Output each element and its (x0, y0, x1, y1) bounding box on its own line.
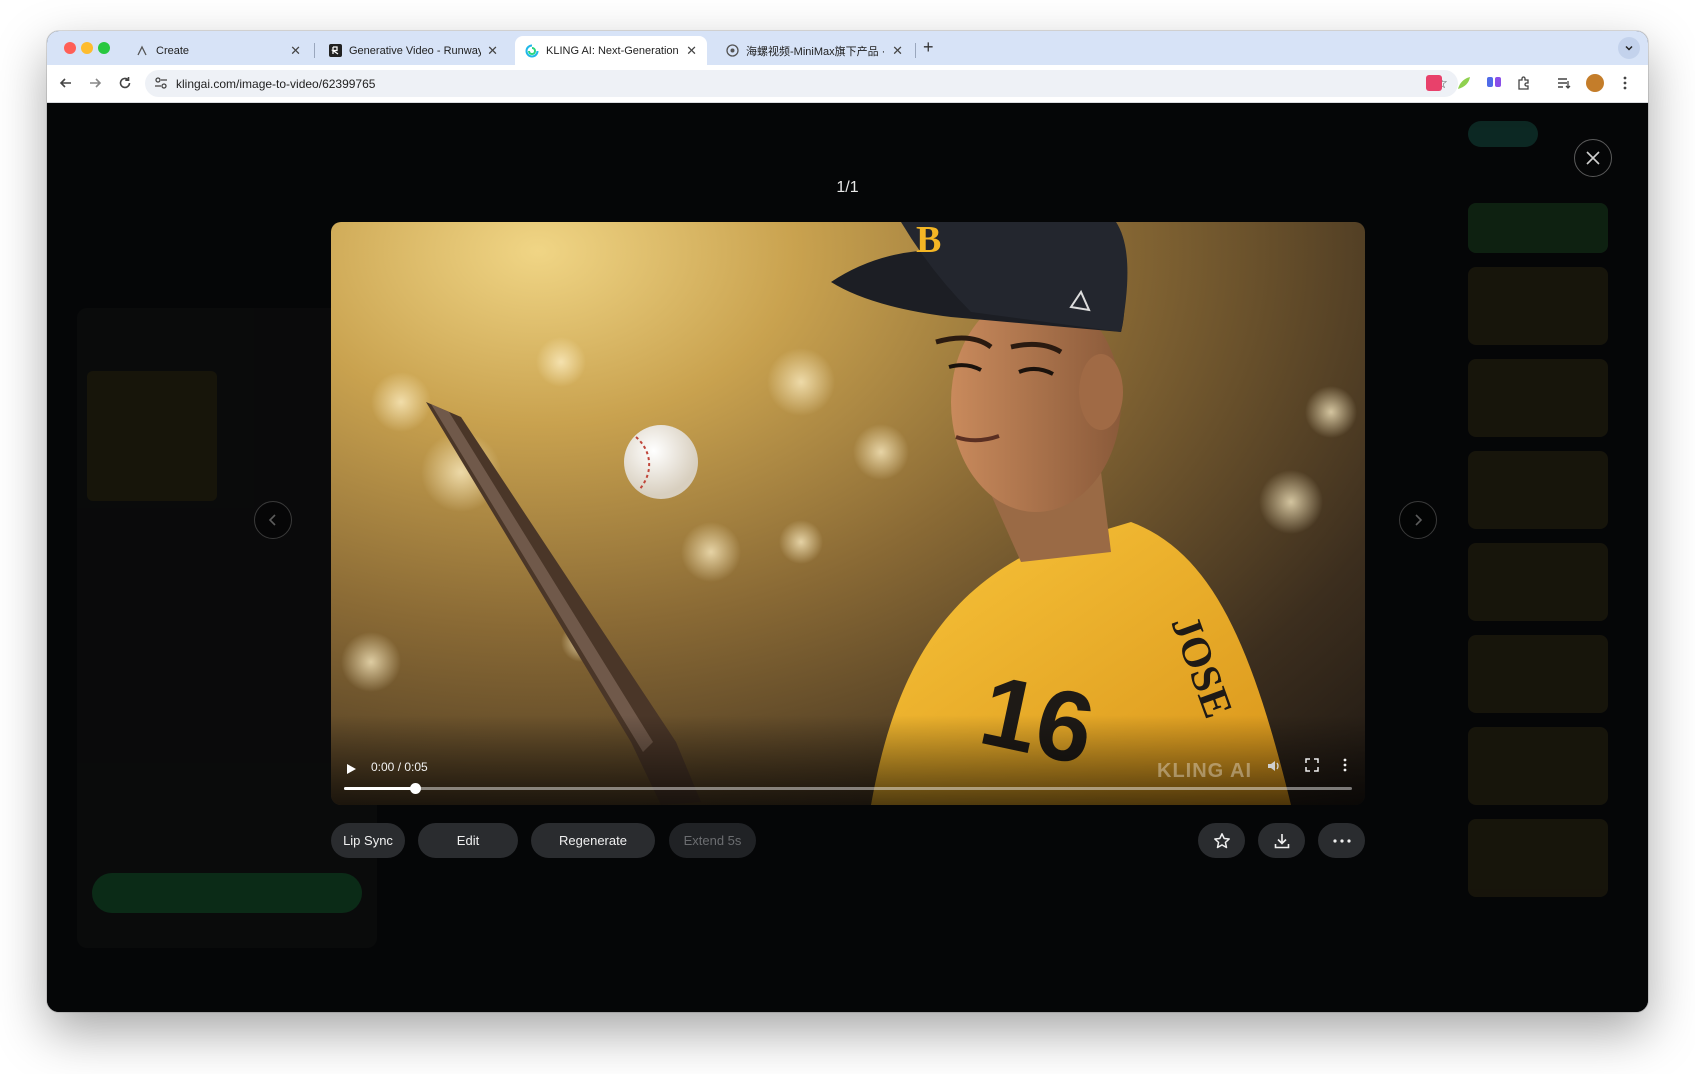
more-horizontal-icon (1332, 838, 1351, 843)
page-content: 1/1 JOSE B 0:00 / 0:05 KLING AI Lip Sync… (47, 103, 1648, 1012)
tab-strip: Create ✕ Generative Video - Runway ✕ KLI… (47, 31, 1648, 65)
extend-button[interactable]: Extend 5s (669, 823, 756, 858)
background-topbar (47, 103, 1648, 158)
runway-create-icon (135, 44, 149, 58)
play-button[interactable] (345, 762, 357, 780)
browser-toolbar: klingai.com/image-to-video/62399765 ☆ (47, 65, 1648, 103)
browser-menu-icon[interactable] (1615, 73, 1635, 93)
kling-icon (525, 44, 539, 58)
favorite-button[interactable] (1198, 823, 1245, 858)
chevron-right-icon (1415, 514, 1423, 526)
profile-avatar[interactable] (1586, 74, 1604, 92)
tab-close-icon[interactable]: ✕ (686, 43, 697, 59)
address-bar[interactable]: klingai.com/image-to-video/62399765 ☆ (145, 70, 1458, 97)
minimize-window-button[interactable] (81, 42, 93, 54)
download-icon (1274, 833, 1289, 848)
tab-runway[interactable]: Generative Video - Runway ✕ (318, 36, 508, 65)
runway-icon (328, 44, 342, 58)
tab-title: 海螺视频-MiniMax旗下产品 · 与 (746, 45, 887, 58)
extension-leaf-icon[interactable] (1456, 75, 1472, 91)
tab-close-icon[interactable]: ✕ (892, 43, 903, 59)
kling-watermark: KLING AI (1157, 760, 1253, 782)
media-counter: 1/1 (836, 179, 859, 196)
playback-time: 0:00 / 0:05 (371, 760, 428, 774)
video-player[interactable]: 16 JOSE B 0:0 (331, 222, 1365, 805)
extension-icon[interactable] (1426, 75, 1442, 91)
tab-create[interactable]: Create ✕ (125, 36, 311, 65)
tab-title: Create (156, 44, 190, 57)
tab-close-icon[interactable]: ✕ (290, 43, 301, 59)
fullscreen-icon[interactable] (1305, 758, 1319, 777)
tab-hailuo[interactable]: 海螺视频-MiniMax旗下产品 · 与 ✕ (715, 36, 913, 65)
close-window-button[interactable] (64, 42, 76, 54)
tab-title: KLING AI: Next-Generation AI (546, 44, 681, 57)
browser-window: Create ✕ Generative Video - Runway ✕ KLI… (47, 31, 1648, 1012)
extension-blue-icon[interactable] (1486, 75, 1502, 91)
url-text: klingai.com/image-to-video/62399765 (176, 77, 376, 91)
edit-button[interactable]: Edit (418, 823, 518, 858)
star-icon (1213, 832, 1230, 848)
forward-arrow-icon[interactable] (85, 73, 105, 93)
tab-separator (915, 43, 916, 58)
chevron-left-icon (268, 514, 276, 526)
reload-icon[interactable] (115, 73, 135, 93)
close-icon (1586, 151, 1600, 165)
lip-sync-button[interactable]: Lip Sync (331, 823, 405, 858)
background-generate-button (92, 873, 362, 913)
maximize-window-button[interactable] (98, 42, 110, 54)
background-pill (1468, 121, 1538, 147)
tab-search-chevron-icon[interactable] (1618, 37, 1640, 59)
player-more-icon[interactable] (1343, 758, 1347, 777)
play-icon (347, 764, 356, 774)
svg-text:B: B (916, 222, 941, 261)
regenerate-button[interactable]: Regenerate (531, 823, 655, 858)
close-viewer-button[interactable] (1574, 139, 1612, 177)
volume-icon[interactable] (1266, 758, 1282, 779)
previous-media-button[interactable] (254, 501, 292, 539)
next-media-button[interactable] (1399, 501, 1437, 539)
tab-kling[interactable]: KLING AI: Next-Generation AI ✕ (515, 36, 707, 65)
site-settings-icon[interactable] (154, 76, 168, 95)
seek-bar-fill (344, 787, 415, 790)
download-button[interactable] (1258, 823, 1305, 858)
reading-list-icon[interactable] (1556, 75, 1572, 91)
background-thumbnail (87, 371, 217, 501)
tab-title: Generative Video - Runway (349, 44, 482, 57)
tab-separator (314, 43, 315, 58)
back-arrow-icon[interactable] (56, 73, 76, 93)
background-history-column (1468, 203, 1608, 911)
hailuo-icon (725, 44, 739, 58)
new-tab-icon[interactable]: + (923, 37, 934, 58)
seek-bar-handle[interactable] (409, 783, 421, 794)
extensions-puzzle-icon[interactable] (1516, 75, 1532, 91)
seek-bar[interactable] (344, 783, 1352, 794)
more-options-button[interactable] (1318, 823, 1365, 858)
tab-close-icon[interactable]: ✕ (487, 43, 498, 59)
